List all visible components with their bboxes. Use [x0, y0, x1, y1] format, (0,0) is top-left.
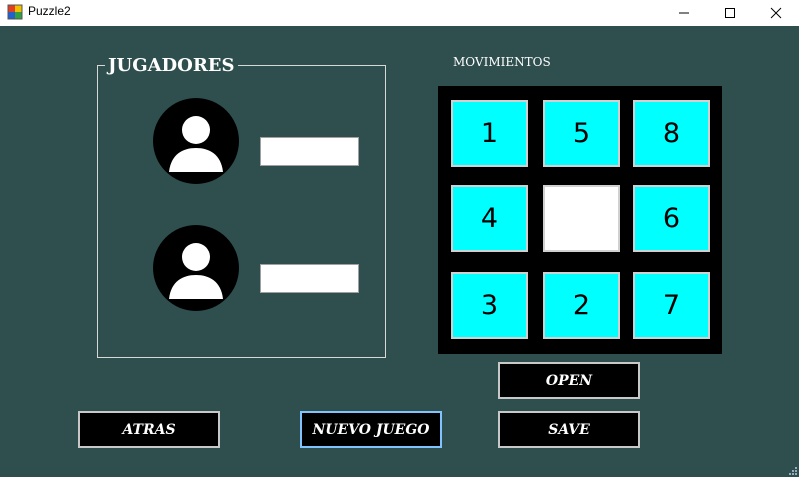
players-group-title: JUGADORES [105, 55, 238, 77]
tile-r1c3[interactable]: 8 [633, 100, 710, 167]
window-title: Puzzle2 [28, 4, 71, 18]
app-puzzle-icon [7, 4, 23, 20]
new-game-button[interactable]: NUEVO JUEGO [300, 411, 442, 448]
tile-r1c2[interactable]: 5 [543, 100, 620, 167]
close-button[interactable] [753, 0, 799, 26]
tile-r3c3[interactable]: 7 [633, 272, 710, 339]
tile-r1c1[interactable]: 1 [451, 100, 528, 167]
user-avatar-icon [153, 98, 239, 184]
minimize-icon [679, 12, 689, 14]
tile-empty[interactable] [543, 185, 620, 252]
save-button[interactable]: SAVE [498, 411, 640, 448]
maximize-button[interactable] [707, 0, 753, 26]
close-icon [770, 7, 782, 19]
user-avatar-icon [153, 225, 239, 311]
open-button[interactable]: OPEN [498, 362, 640, 399]
tile-r2c1[interactable]: 4 [451, 185, 528, 252]
resize-grip-icon[interactable] [789, 467, 797, 475]
back-button[interactable]: ATRAS [78, 411, 220, 448]
title-bar: Puzzle2 [0, 0, 799, 26]
tile-r3c1[interactable]: 3 [451, 272, 528, 339]
minimize-button[interactable] [661, 0, 707, 26]
player2-name-input[interactable] [260, 264, 359, 293]
player1-name-input[interactable] [260, 137, 359, 166]
tile-r2c3[interactable]: 6 [633, 185, 710, 252]
puzzle-board: 1 5 8 4 6 3 2 7 [438, 86, 722, 354]
maximize-icon [725, 8, 735, 18]
moves-label: MOVIMIENTOS [453, 55, 551, 69]
tile-r3c2[interactable]: 2 [543, 272, 620, 339]
players-group [97, 65, 386, 358]
